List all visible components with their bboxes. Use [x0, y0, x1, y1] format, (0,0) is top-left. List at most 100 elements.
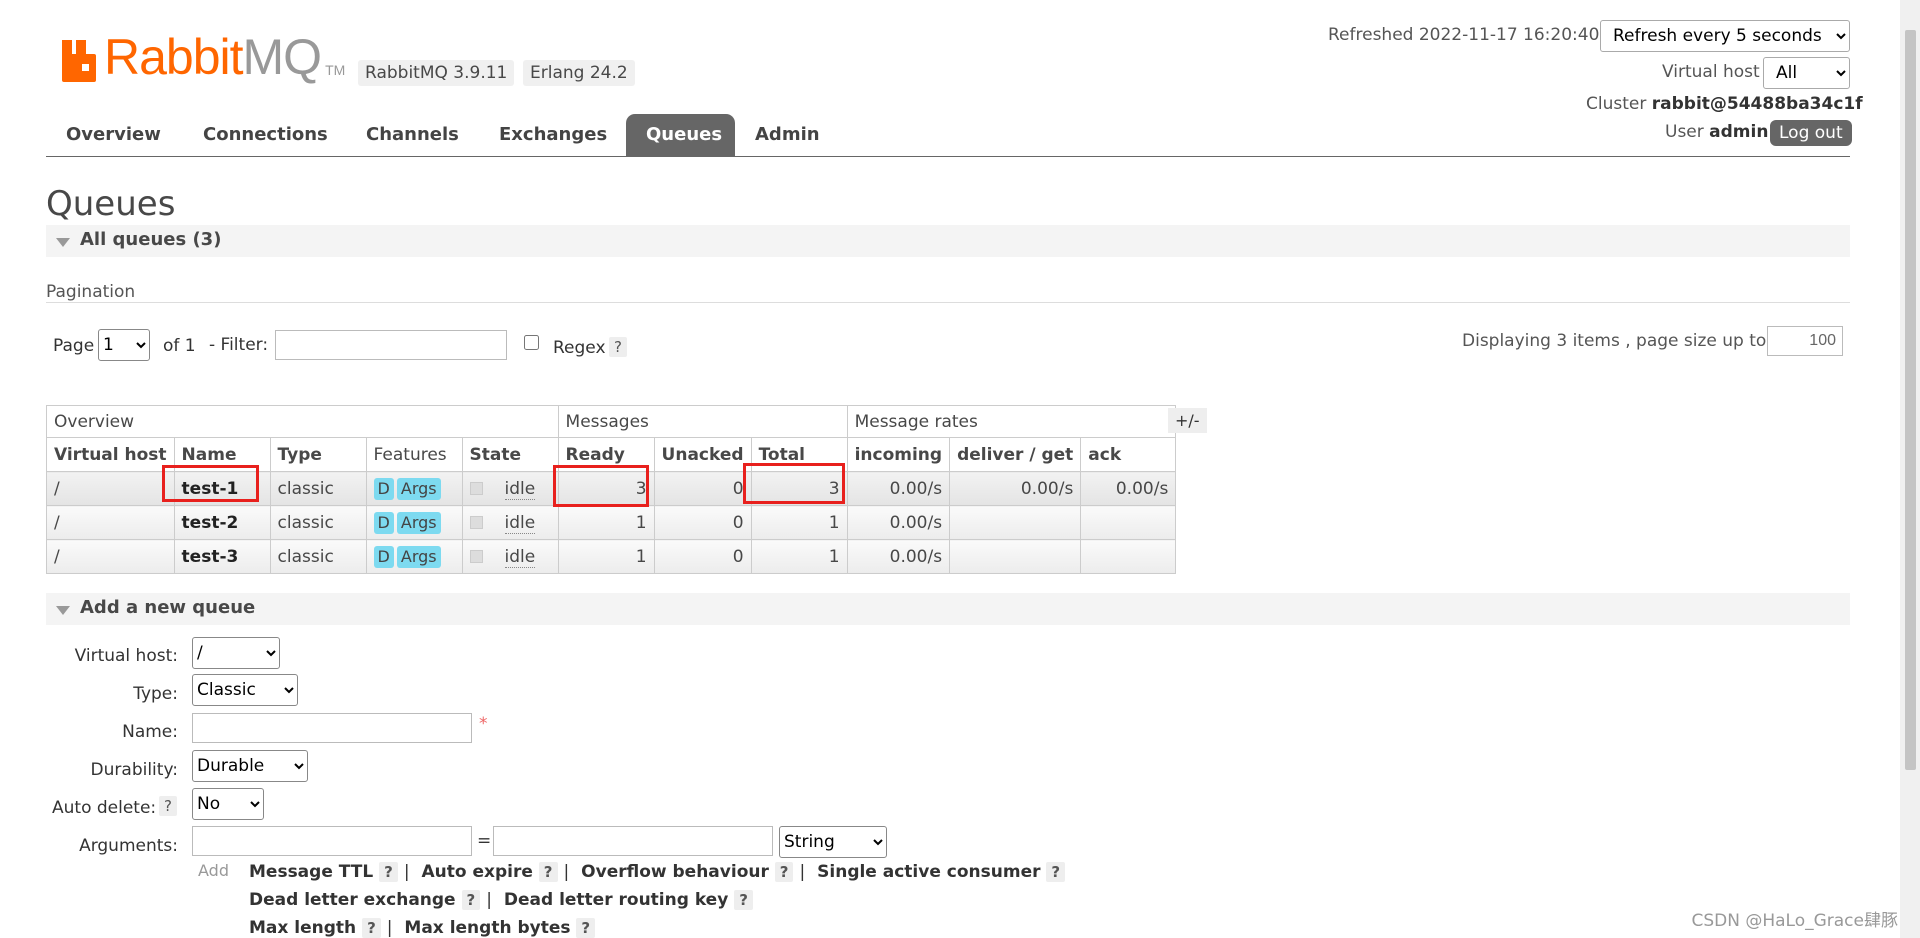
regex-label: Regex — [553, 338, 606, 358]
durability-select[interactable]: Durable — [192, 750, 308, 782]
arg-dead-letter-routing-key-link[interactable]: Dead letter routing key — [504, 890, 728, 910]
cell-deliver-get — [949, 539, 1082, 574]
col-virtual-host[interactable]: Virtual host — [46, 437, 175, 472]
type-field-select[interactable]: Classic — [192, 674, 298, 706]
cell-ready: 1 — [557, 505, 655, 540]
cluster-label: Cluster — [1586, 94, 1647, 114]
divider — [46, 302, 1850, 303]
equals-sign: = — [477, 831, 492, 851]
cell-type: classic — [269, 471, 367, 506]
queue-name-link[interactable]: test-2 — [173, 505, 271, 540]
collapse-triangle-icon — [56, 606, 70, 615]
highlight-box-ready — [553, 465, 649, 507]
arg-message-ttl-link[interactable]: Message TTL — [249, 862, 373, 882]
queue-name-link[interactable]: test-3 — [173, 539, 271, 574]
arg-overflow-link[interactable]: Overflow behaviour — [581, 862, 769, 882]
filter-label: - Filter: — [209, 335, 269, 355]
help-icon[interactable]: ? — [379, 862, 398, 882]
state-indicator-icon — [469, 516, 483, 529]
arg-max-length-link[interactable]: Max length — [249, 918, 356, 938]
col-ack[interactable]: ack — [1080, 437, 1177, 472]
autodelete-select[interactable]: No — [192, 788, 264, 820]
argument-shortcuts-row2: Dead letter exchange ? | Dead letter rout… — [249, 890, 753, 910]
col-state[interactable]: State — [461, 437, 559, 472]
state-text: idle — [504, 512, 536, 534]
argument-shortcuts-row1: Message TTL ? | Auto expire ? | Overflow b… — [249, 862, 1066, 882]
col-type[interactable]: Type — [269, 437, 367, 472]
type-field-label: Type: — [133, 684, 178, 704]
regex-help-icon[interactable]: ? — [609, 337, 627, 357]
state-text: idle — [504, 478, 536, 500]
col-unacked[interactable]: Unacked — [653, 437, 752, 472]
col-deliver-get[interactable]: deliver / get — [949, 437, 1082, 472]
queue-name-input[interactable] — [192, 713, 472, 743]
cluster-name: rabbit@54488ba34c1f — [1651, 94, 1863, 114]
cell-unacked: 0 — [653, 471, 752, 506]
all-queues-title: All queues (3) — [80, 229, 222, 250]
add-queue-toggle[interactable]: Add a new queue — [46, 593, 1850, 625]
durability-field-label: Durability: — [90, 760, 178, 780]
table-row: / test-3 classic D Args idle 1 0 1 0.00/s — [46, 539, 1177, 574]
arg-max-length-bytes-link[interactable]: Max length bytes — [404, 918, 570, 938]
refresh-interval-select[interactable]: Refresh every 5 seconds — [1600, 20, 1850, 52]
page-label: Page — [53, 336, 95, 356]
vertical-scrollbar[interactable] — [1900, 0, 1920, 938]
collapse-triangle-icon — [56, 238, 70, 247]
arg-auto-expire-link[interactable]: Auto expire — [421, 862, 532, 882]
feature-args-badge: Args — [396, 511, 441, 534]
state-text: idle — [504, 546, 536, 568]
page-size-input[interactable] — [1767, 326, 1843, 356]
cell-total: 1 — [750, 539, 848, 574]
help-icon[interactable]: ? — [1046, 862, 1066, 882]
help-icon[interactable]: ? — [538, 862, 558, 882]
vhost-field-select[interactable]: / — [192, 637, 280, 669]
autodelete-help-icon[interactable]: ? — [159, 796, 177, 816]
cell-type: classic — [269, 539, 367, 574]
col-incoming[interactable]: incoming — [846, 437, 951, 472]
cell-state: idle — [461, 539, 559, 574]
filter-input[interactable] — [275, 330, 507, 360]
refreshed-time: Refreshed 2022-11-17 16:20:40 — [1328, 25, 1600, 45]
main-nav: Overview Connections Channels Exchanges … — [46, 114, 1850, 157]
page-select[interactable]: 1 — [98, 329, 150, 361]
cell-incoming: 0.00/s — [846, 505, 951, 540]
page-title: Queues — [46, 184, 176, 224]
argument-type-select[interactable]: String — [779, 826, 887, 858]
help-icon[interactable]: ? — [734, 890, 753, 910]
feature-durable-badge: D — [373, 511, 394, 534]
col-features: Features — [365, 437, 463, 472]
feature-durable-badge: D — [373, 545, 394, 568]
all-queues-toggle[interactable]: All queues (3) — [46, 225, 1850, 257]
scrollbar-thumb[interactable] — [1905, 30, 1916, 770]
tab-exchanges[interactable]: Exchanges — [479, 114, 627, 156]
table-row: / test-2 classic D Args idle 1 0 1 0.00/s — [46, 505, 1177, 540]
tab-overview[interactable]: Overview — [46, 114, 181, 156]
argument-key-input[interactable] — [192, 826, 472, 856]
cell-ack: 0.00/s — [1080, 471, 1177, 506]
cell-features: D Args — [365, 539, 463, 574]
state-indicator-icon — [469, 482, 483, 495]
arg-dead-letter-exchange-link[interactable]: Dead letter exchange — [249, 890, 456, 910]
cell-state: idle — [461, 471, 559, 506]
cell-vhost: / — [46, 505, 175, 540]
help-icon[interactable]: ? — [362, 918, 381, 938]
tab-admin[interactable]: Admin — [735, 114, 840, 156]
help-icon[interactable]: ? — [576, 918, 596, 938]
tab-channels[interactable]: Channels — [346, 114, 479, 156]
tab-connections[interactable]: Connections — [183, 114, 348, 156]
page-count: of 1 — [163, 336, 196, 356]
column-toggle-button[interactable]: +/- — [1168, 408, 1207, 433]
group-messages: Messages — [557, 405, 848, 438]
argument-value-input[interactable] — [493, 826, 773, 856]
feature-args-badge: Args — [396, 545, 441, 568]
add-argument-button[interactable]: Add — [198, 861, 229, 880]
help-icon[interactable]: ? — [774, 862, 794, 882]
tab-queues[interactable]: Queues — [626, 114, 735, 156]
group-message-rates: Message rates — [846, 405, 1177, 438]
feature-durable-badge: D — [373, 477, 394, 500]
regex-checkbox[interactable] — [524, 335, 539, 350]
arg-single-active-consumer-link[interactable]: Single active consumer — [817, 862, 1040, 882]
vhost-select[interactable]: All — [1763, 57, 1850, 89]
help-icon[interactable]: ? — [461, 890, 481, 910]
rabbitmq-version: RabbitMQ 3.9.11 — [358, 60, 515, 86]
